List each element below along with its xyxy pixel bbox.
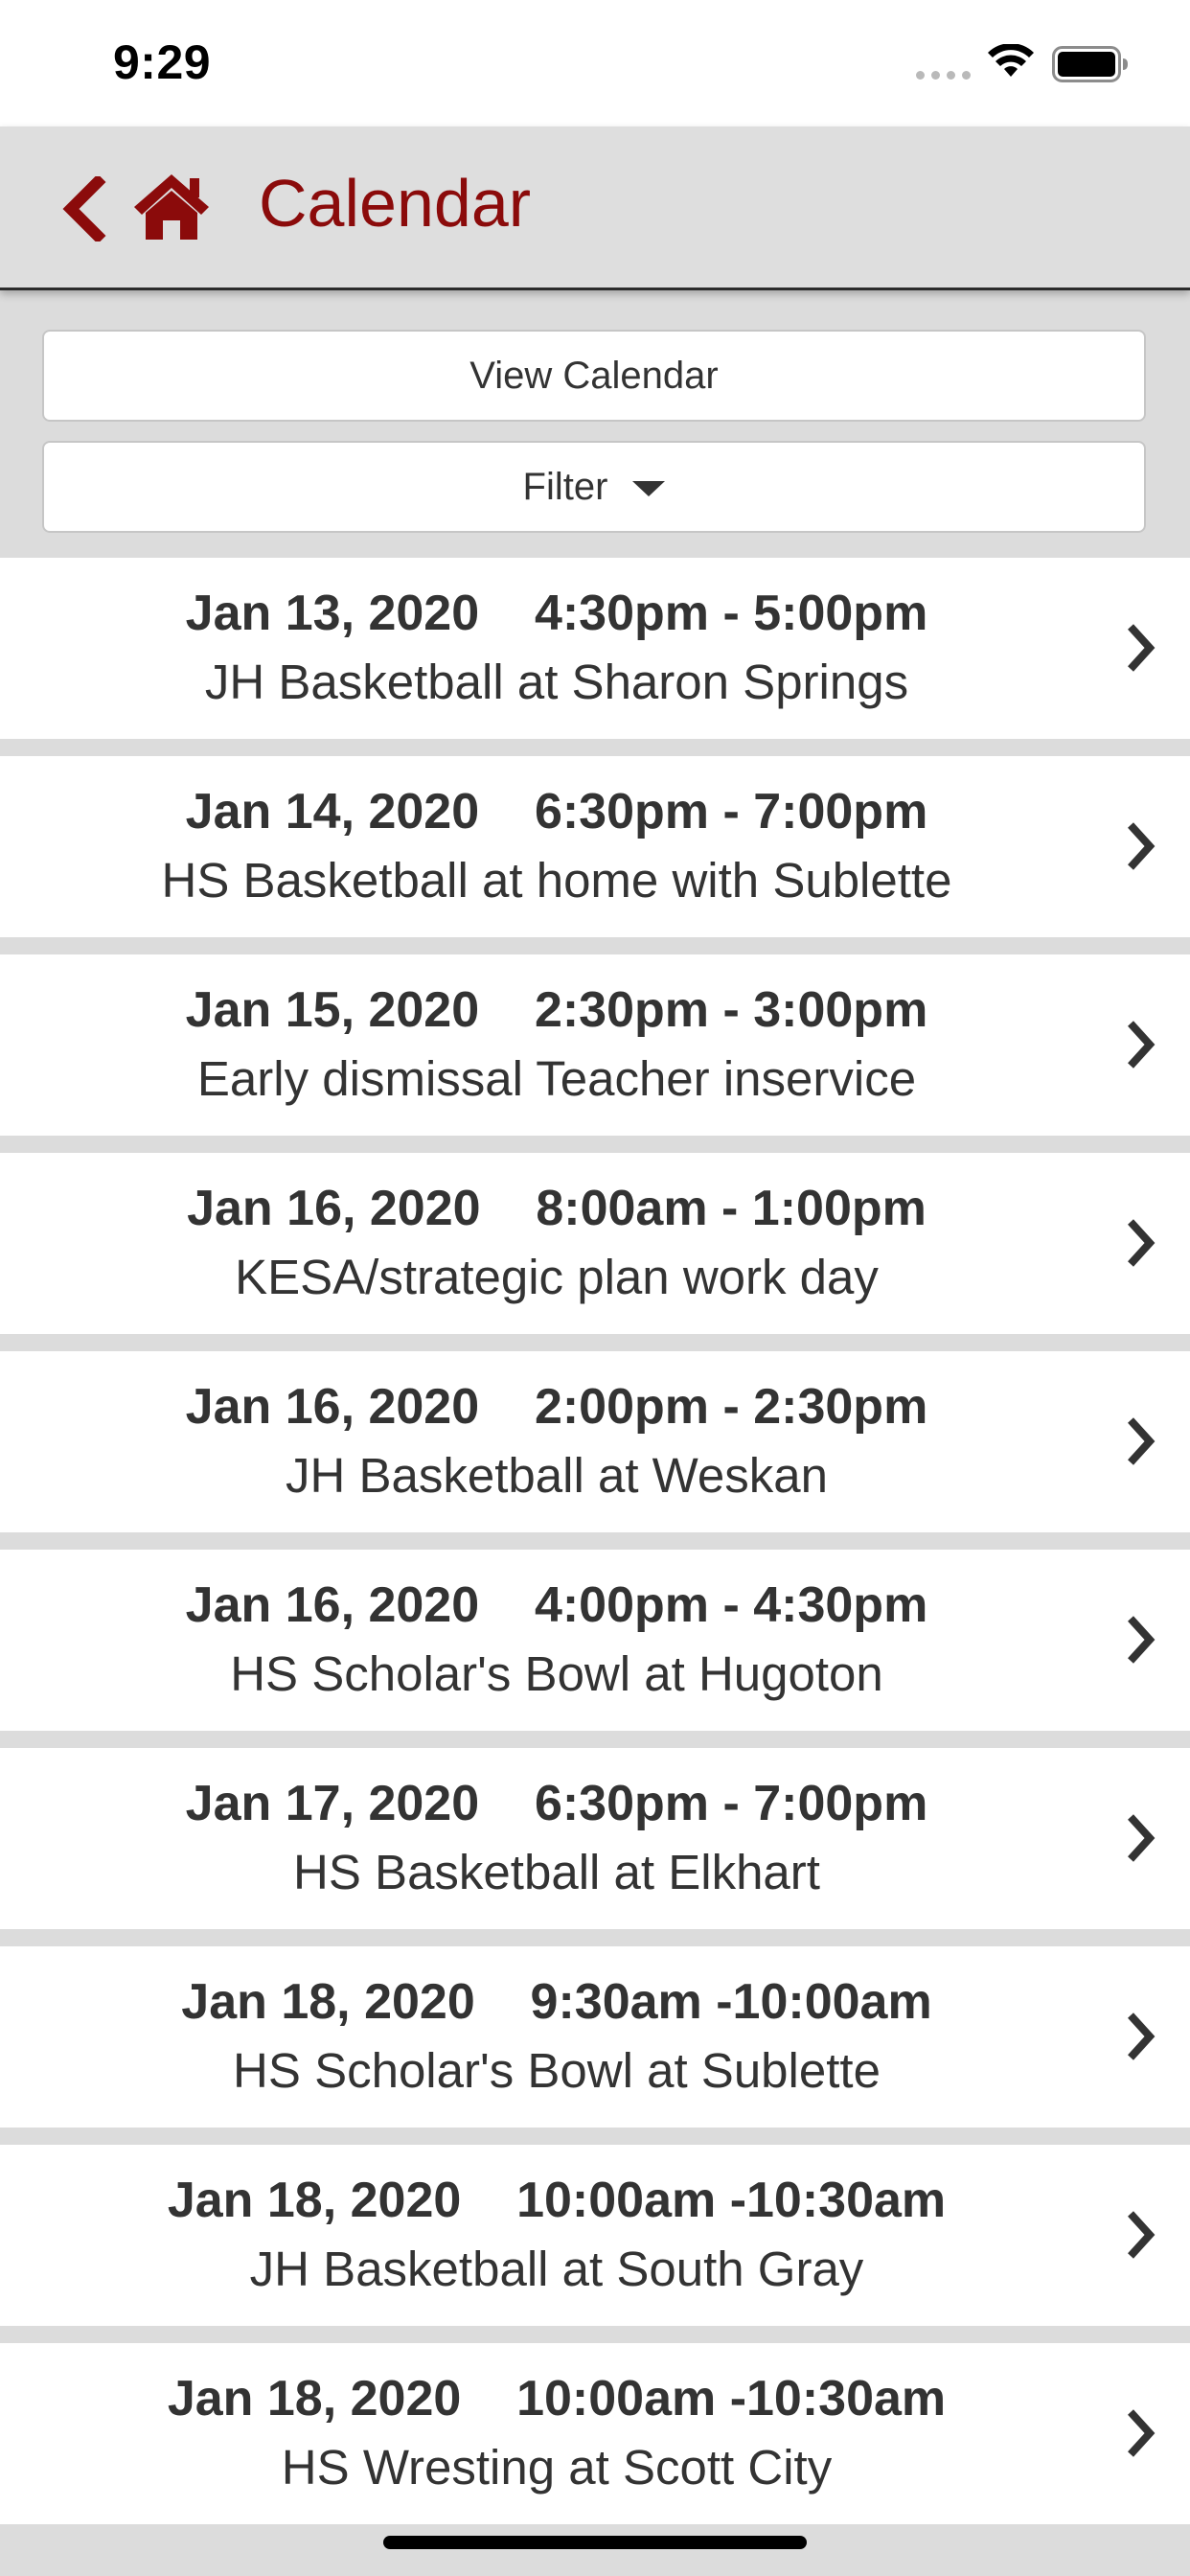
- chevron-right-icon: [1128, 1417, 1156, 1465]
- chevron-right-icon: [1128, 1814, 1156, 1862]
- event-title: JH Basketball at Sharon Springs: [204, 655, 909, 709]
- event-time: 10:00am -10:30am: [516, 2173, 947, 2228]
- chevron-right-icon: [1128, 2211, 1156, 2259]
- event-title: HS Scholar's Bowl at Hugoton: [230, 1646, 883, 1701]
- event-date-time: Jan 16, 2020 2:00pm - 2:30pm: [0, 1378, 1113, 1436]
- event-date: Jan 15, 2020: [185, 982, 480, 1038]
- event-date: Jan 18, 2020: [167, 2371, 462, 2426]
- event-list-item[interactable]: Jan 18, 2020 9:30am -10:00am HS Scholar'…: [0, 1946, 1190, 2128]
- event-title: JH Basketball at South Gray: [249, 2242, 864, 2296]
- event-date-time: Jan 16, 2020 8:00am - 1:00pm: [0, 1180, 1113, 1237]
- chevron-right-icon: [1128, 1021, 1156, 1069]
- chevron-right-icon: [1128, 2012, 1156, 2060]
- event-list: Jan 13, 2020 4:30pm - 5:00pm JH Basketba…: [0, 558, 1190, 2542]
- event-time: 10:00am -10:30am: [516, 2371, 947, 2426]
- event-list-item[interactable]: Jan 18, 2020 10:00am -10:30am HS Wrestin…: [0, 2343, 1190, 2524]
- home-indicator[interactable]: [383, 2536, 807, 2549]
- event-title: HS Scholar's Bowl at Sublette: [233, 2043, 881, 2098]
- event-time: 2:30pm - 3:00pm: [534, 982, 928, 1038]
- event-date: Jan 18, 2020: [181, 1974, 475, 2030]
- event-date-time: Jan 18, 2020 10:00am -10:30am: [0, 2172, 1113, 2229]
- event-list-item[interactable]: Jan 16, 2020 4:00pm - 4:30pm HS Scholar'…: [0, 1550, 1190, 1731]
- chevron-right-icon: [1128, 822, 1156, 870]
- event-date: Jan 18, 2020: [167, 2173, 462, 2228]
- wifi-icon: [988, 44, 1034, 77]
- event-date: Jan 13, 2020: [185, 586, 480, 641]
- event-time: 9:30am -10:00am: [530, 1974, 932, 2030]
- event-title: HS Wresting at Scott City: [281, 2440, 833, 2495]
- event-time: 4:30pm - 5:00pm: [534, 586, 928, 641]
- back-chevron-icon[interactable]: [59, 176, 113, 242]
- calendar-screen: 9:29 Calendar View Calendar Filter Jan 1…: [0, 0, 1190, 2576]
- page-title: Calendar: [259, 166, 532, 241]
- event-date: Jan 17, 2020: [185, 1776, 480, 1831]
- event-date-time: Jan 17, 2020 6:30pm - 7:00pm: [0, 1775, 1113, 1832]
- event-list-item[interactable]: Jan 18, 2020 10:00am -10:30am JH Basketb…: [0, 2145, 1190, 2326]
- event-list-item[interactable]: Jan 14, 2020 6:30pm - 7:00pm HS Basketba…: [0, 756, 1190, 937]
- home-icon[interactable]: [130, 171, 213, 242]
- status-time: 9:29: [113, 35, 212, 89]
- event-date: Jan 14, 2020: [185, 784, 480, 840]
- cellular-signal-icon: [916, 71, 971, 80]
- chevron-right-icon: [1128, 624, 1156, 672]
- battery-icon: [1052, 46, 1128, 82]
- event-title: HS Basketball at Elkhart: [293, 1845, 820, 1899]
- event-time: 4:00pm - 4:30pm: [534, 1577, 928, 1633]
- event-title: JH Basketball at Weskan: [286, 1448, 828, 1503]
- caret-down-icon: [632, 481, 666, 496]
- event-date-time: Jan 18, 2020 10:00am -10:30am: [0, 2370, 1113, 2427]
- event-date: Jan 16, 2020: [185, 1577, 480, 1633]
- event-date-time: Jan 13, 2020 4:30pm - 5:00pm: [0, 585, 1113, 642]
- view-calendar-label: View Calendar: [469, 354, 719, 397]
- event-date-time: Jan 14, 2020 6:30pm - 7:00pm: [0, 783, 1113, 840]
- chevron-right-icon: [1128, 1219, 1156, 1267]
- event-list-item[interactable]: Jan 13, 2020 4:30pm - 5:00pm JH Basketba…: [0, 558, 1190, 739]
- filter-label: Filter: [522, 465, 608, 508]
- event-time: 2:00pm - 2:30pm: [534, 1379, 928, 1435]
- event-list-item[interactable]: Jan 15, 2020 2:30pm - 3:00pm Early dismi…: [0, 954, 1190, 1136]
- chevron-right-icon: [1128, 1616, 1156, 1664]
- event-time: 8:00am - 1:00pm: [536, 1181, 927, 1236]
- event-time: 6:30pm - 7:00pm: [534, 784, 928, 840]
- event-list-item[interactable]: Jan 16, 2020 2:00pm - 2:30pm JH Basketba…: [0, 1351, 1190, 1532]
- event-date: Jan 16, 2020: [185, 1379, 480, 1435]
- filter-button[interactable]: Filter: [42, 441, 1146, 533]
- status-bar: 9:29: [0, 0, 1190, 126]
- event-title: HS Basketball at home with Sublette: [161, 853, 952, 908]
- nav-header: Calendar: [0, 126, 1190, 290]
- view-calendar-button[interactable]: View Calendar: [42, 330, 1146, 422]
- event-date: Jan 16, 2020: [187, 1181, 481, 1236]
- chevron-right-icon: [1128, 2409, 1156, 2457]
- event-list-item[interactable]: Jan 17, 2020 6:30pm - 7:00pm HS Basketba…: [0, 1748, 1190, 1929]
- event-list-item[interactable]: Jan 16, 2020 8:00am - 1:00pm KESA/strate…: [0, 1153, 1190, 1334]
- event-date-time: Jan 18, 2020 9:30am -10:00am: [0, 1973, 1113, 2031]
- event-title: KESA/strategic plan work day: [235, 1250, 879, 1304]
- event-title: Early dismissal Teacher inservice: [196, 1051, 917, 1106]
- event-date-time: Jan 16, 2020 4:00pm - 4:30pm: [0, 1576, 1113, 1634]
- event-time: 6:30pm - 7:00pm: [534, 1776, 928, 1831]
- event-date-time: Jan 15, 2020 2:30pm - 3:00pm: [0, 981, 1113, 1039]
